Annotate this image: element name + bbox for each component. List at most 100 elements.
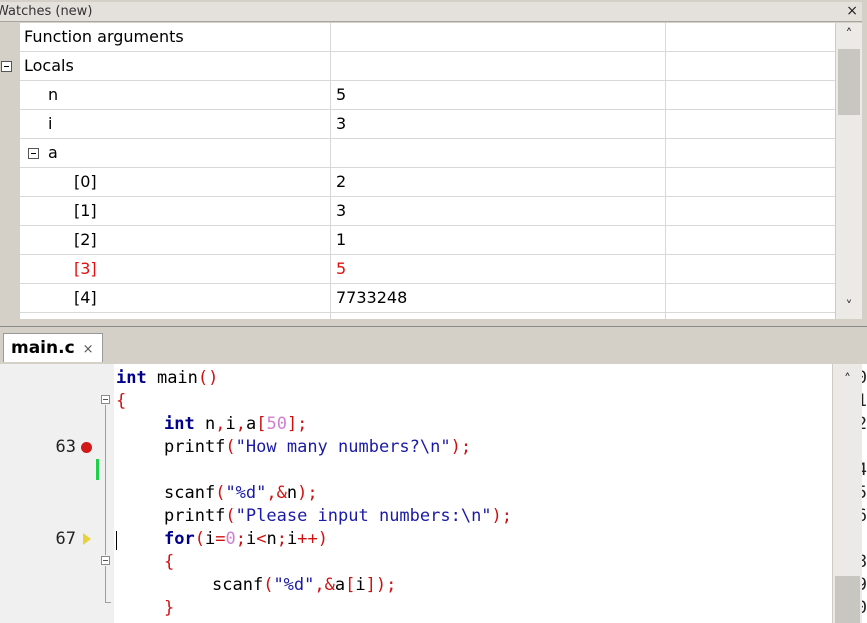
code-token: [: [256, 414, 267, 434]
watch-value: 5: [336, 85, 347, 104]
code-token: <: [256, 529, 267, 549]
code-token: printf: [164, 506, 226, 526]
watch-name: [4]: [74, 288, 97, 307]
watch-value: 3: [336, 201, 347, 220]
watch-value: 3: [336, 114, 347, 133]
line-number: 63: [55, 437, 76, 457]
watch-name: i: [48, 114, 53, 133]
watch-row-a-4[interactable]: [4] 7733248: [20, 284, 835, 313]
code-text: }: [164, 597, 174, 620]
watch-row-a[interactable]: a: [20, 139, 835, 168]
watch-row-a-1[interactable]: [1] 3: [20, 197, 835, 226]
line-number: 67: [55, 529, 76, 549]
code-token: ;: [235, 529, 246, 549]
code-token: n: [194, 414, 216, 434]
code-text: for(i=0;i<n;i++): [164, 528, 328, 551]
code-token: (: [225, 437, 236, 457]
watches-titlebar: Watches (new) ×: [0, 2, 862, 22]
scroll-thumb[interactable]: [838, 49, 860, 115]
code-text: {: [164, 551, 174, 574]
code-token: );: [491, 506, 513, 526]
watch-row-locals[interactable]: Locals: [20, 52, 835, 81]
watch-name: Locals: [24, 56, 74, 75]
watch-name: [2]: [74, 230, 97, 249]
watch-row-a-3[interactable]: [3] 5: [20, 255, 835, 284]
code-token: (: [215, 483, 226, 503]
code-token: );: [450, 437, 472, 457]
code-token: scanf: [164, 483, 216, 503]
collapse-locals-icon[interactable]: [1, 61, 12, 72]
watch-name: [3]: [74, 259, 97, 278]
code-token: {: [116, 391, 127, 411]
code-token: (): [197, 368, 219, 388]
collapse-array-icon[interactable]: [28, 148, 39, 159]
code-editor[interactable]: 60 int main() 61 { 62 int n,i,a[50]; 63 …: [0, 364, 867, 623]
code-line[interactable]: 61 {: [0, 390, 867, 413]
code-token: "%d": [273, 575, 315, 595]
code-token: (: [225, 506, 236, 526]
code-token: ;: [276, 529, 287, 549]
code-line[interactable]: 64: [0, 459, 867, 482]
code-line[interactable]: 70 }: [0, 597, 867, 620]
code-token: main: [146, 368, 198, 388]
code-text: printf("Please input numbers:\n");: [164, 505, 512, 528]
code-token: 50: [266, 414, 287, 434]
code-line[interactable]: 66 printf("Please input numbers:\n");: [0, 505, 867, 528]
code-token: {: [164, 552, 175, 572]
code-token: i: [225, 414, 236, 434]
code-token: ++): [297, 529, 328, 549]
code-text: int main(): [116, 367, 218, 390]
watches-title: Watches (new): [0, 4, 93, 19]
tab-main-c[interactable]: main.c ×: [3, 333, 103, 362]
code-token: a: [245, 414, 257, 434]
watch-name: [1]: [74, 201, 97, 220]
code-token: [: [345, 575, 356, 595]
code-text: scanf("%d",&n);: [164, 482, 318, 505]
close-icon[interactable]: ×: [846, 2, 858, 21]
code-token: =: [215, 529, 226, 549]
watch-value: 7733248: [336, 288, 408, 307]
code-token: n: [266, 529, 277, 549]
code-token: (: [194, 529, 205, 549]
close-tab-icon[interactable]: ×: [83, 342, 94, 357]
code-line[interactable]: 60 int main(): [0, 367, 867, 390]
code-token: );: [297, 483, 318, 503]
editor-scrollbar[interactable]: ˄: [832, 364, 862, 623]
code-token: printf: [164, 437, 226, 457]
watches-panel: Watches (new) × Function arguments Local…: [0, 0, 867, 324]
watch-name: a: [48, 143, 58, 162]
code-token: for: [164, 529, 195, 549]
code-line[interactable]: 65 scanf("%d",&n);: [0, 482, 867, 505]
code-line[interactable]: 68 {: [0, 551, 867, 574]
code-token: 0: [225, 529, 236, 549]
code-token: ,&: [266, 483, 287, 503]
code-line[interactable]: 69 scanf("%d",&a[i]);: [0, 574, 867, 597]
scroll-down-icon[interactable]: ˅: [836, 297, 862, 317]
watch-value: 5: [336, 259, 347, 278]
code-token: scanf: [212, 575, 264, 595]
code-token: ,: [215, 414, 226, 434]
watch-row-n[interactable]: n 5: [20, 81, 835, 110]
code-token: i: [355, 575, 366, 595]
watches-scrollbar[interactable]: ˄ ˅: [835, 23, 862, 319]
scroll-up-icon[interactable]: ˄: [836, 25, 862, 45]
watches-grid: Function arguments Locals n 5 i 3 a [0] …: [20, 23, 835, 319]
watch-row-i[interactable]: i 3: [20, 110, 835, 139]
code-text: scanf("%d",&a[i]);: [212, 574, 396, 597]
code-text: {: [116, 390, 126, 413]
code-line[interactable]: 62 int n,i,a[50];: [0, 413, 867, 436]
watch-row-function-arguments[interactable]: Function arguments: [20, 23, 835, 52]
code-line[interactable]: 67 for(i=0;i<n;i++): [0, 528, 867, 551]
watch-row-a-2[interactable]: [2] 1: [20, 226, 835, 255]
watch-row-a-0[interactable]: [0] 2: [20, 168, 835, 197]
watch-name: [0]: [74, 172, 97, 191]
code-line[interactable]: 63 printf("How many numbers?\n");: [0, 436, 867, 459]
code-token: a: [334, 575, 346, 595]
watch-name: n: [48, 85, 59, 104]
code-token: i: [245, 529, 257, 549]
scroll-up-icon[interactable]: ˄: [833, 370, 862, 390]
code-token: }: [164, 598, 175, 618]
scroll-thumb[interactable]: [835, 576, 860, 623]
code-token: ,: [235, 414, 246, 434]
code-token: ];: [286, 414, 308, 434]
